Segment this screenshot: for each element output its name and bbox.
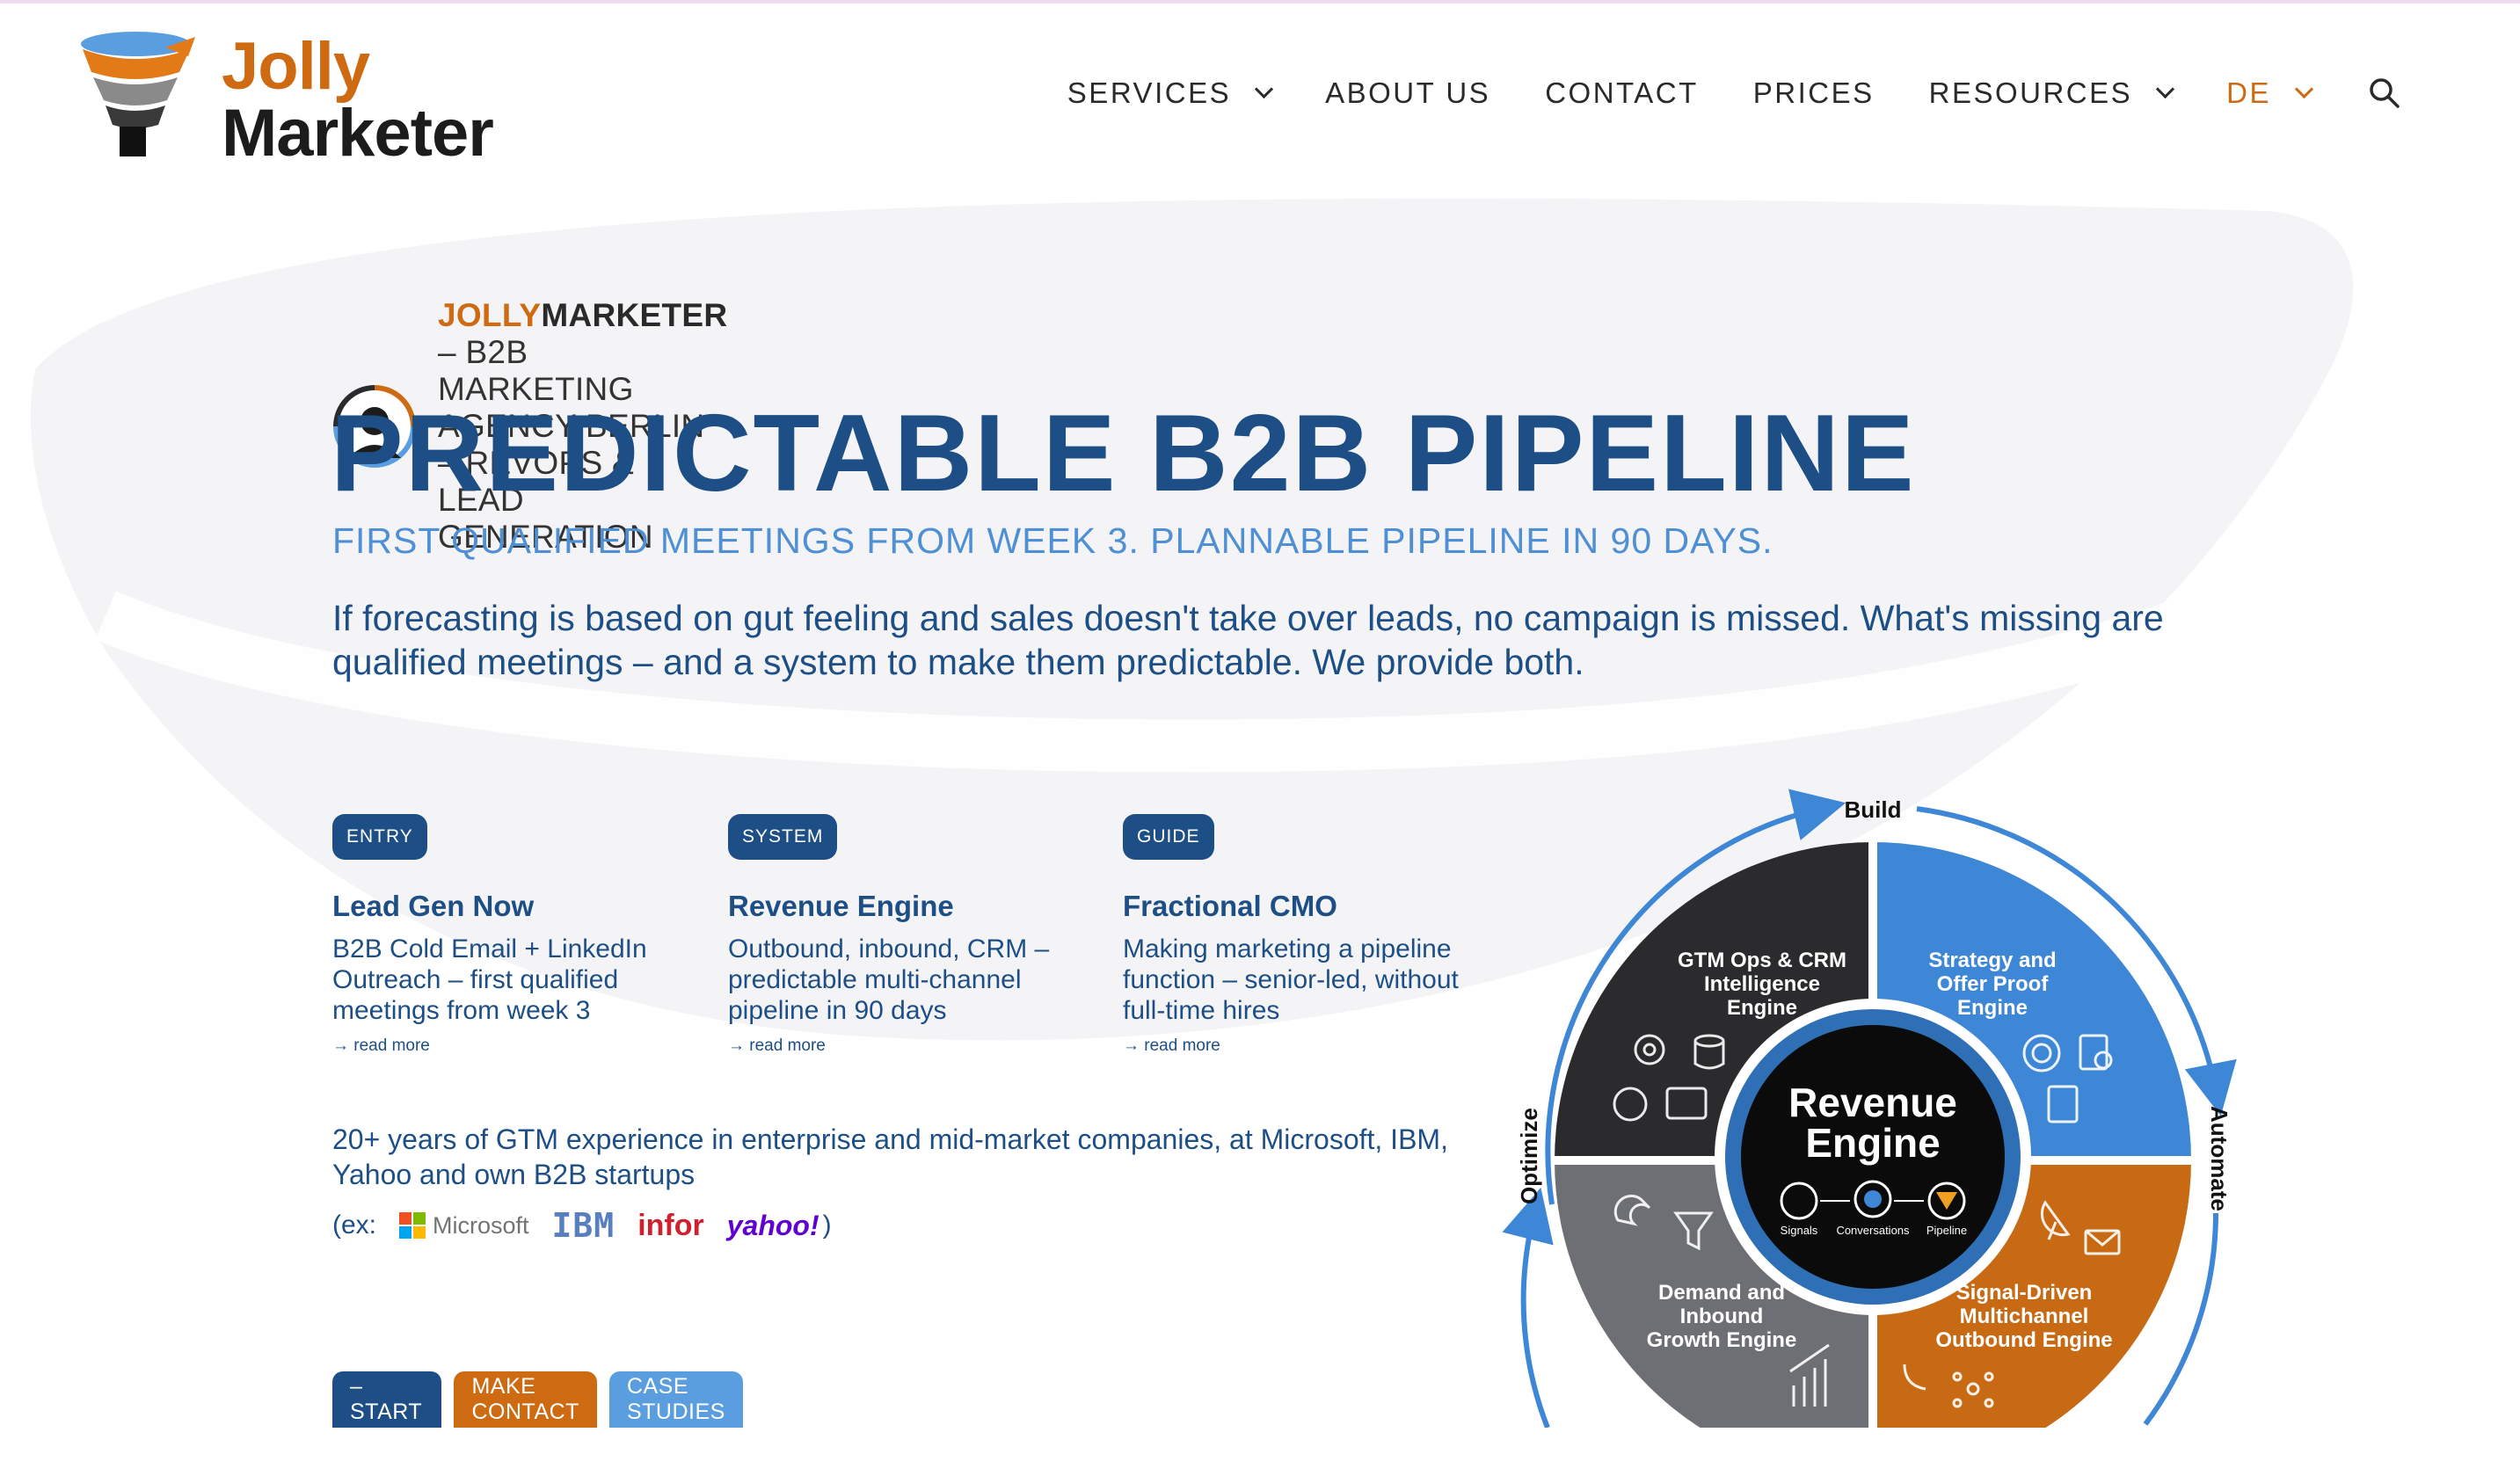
cycle-label-automate: Automate	[2206, 1106, 2232, 1211]
search-icon[interactable]	[2367, 76, 2402, 111]
language-switcher[interactable]: DE	[2226, 76, 2314, 110]
funnel-logo-icon	[81, 32, 195, 156]
chevron-down-icon	[2294, 79, 2314, 98]
client-logos: (ex: Microsoft IBM infor yahoo! )	[332, 1206, 832, 1245]
logo-word-marketer: Marketer	[222, 96, 494, 171]
offer-title[interactable]: Lead Gen Now	[332, 890, 710, 923]
offer-card-fractional-cmo: GUIDE Fractional CMO Making marketing a …	[1123, 814, 1501, 1056]
offer-badge: GUIDE	[1123, 814, 1214, 860]
center-title-line1: Revenue	[1788, 1080, 1957, 1125]
nav-contact[interactable]: CONTACT	[1545, 76, 1699, 110]
flow-label-signals: Signals	[1781, 1224, 1818, 1237]
logos-suffix: )	[822, 1211, 832, 1240]
case-studies-button[interactable]: CASE STUDIES	[608, 1371, 743, 1428]
quadrant-label-bl-3: Growth Engine	[1647, 1328, 1797, 1352]
nav-about-label: ABOUT US	[1325, 76, 1491, 109]
page-title: PREDICTABLE B2B PIPELINE	[331, 393, 1916, 514]
logo[interactable]: Jolly Marketer	[81, 29, 538, 167]
offer-title[interactable]: Revenue Engine	[728, 890, 1106, 923]
offer-title[interactable]: Fractional CMO	[1123, 890, 1501, 923]
offer-badge: SYSTEM	[728, 814, 838, 860]
nav-resources-label: RESOURCES	[1928, 76, 2133, 109]
nav-services[interactable]: SERVICES	[1067, 76, 1274, 110]
experience-text: 20+ years of GTM experience in enterpris…	[332, 1123, 1448, 1190]
nav-prices-label: PRICES	[1752, 76, 1875, 109]
microsoft-logo-text: Microsoft	[433, 1211, 529, 1239]
microsoft-logo: Microsoft	[399, 1212, 529, 1240]
quadrant-label-br-2: Multichannel	[1960, 1305, 2089, 1328]
offer-description: Outbound, inbound, CRM – predictable mul…	[728, 934, 1050, 1025]
offer-card-lead-gen: ENTRY Lead Gen Now B2B Cold Email + Link…	[332, 814, 710, 1056]
flow-label-pipeline: Pipeline	[1926, 1224, 1967, 1237]
cycle-label-optimize: Optimize	[1516, 1108, 1542, 1204]
yahoo-logo: yahoo!	[726, 1209, 819, 1241]
revenue-engine-diagram: Build Automate Optimize GTM Ops & CRM In…	[1502, 789, 2237, 1428]
tagline-marketer: MARKETER	[541, 297, 728, 333]
quadrant-label-tr-3: Engine	[1957, 996, 2028, 1020]
quadrant-label-br-1: Signal-Driven	[1956, 1281, 2093, 1305]
nav-about-us[interactable]: ABOUT US	[1325, 76, 1490, 110]
top-accent-line	[0, 0, 2520, 4]
nav-services-label: SERVICES	[1067, 76, 1232, 109]
read-more-link[interactable]: → read more	[728, 1036, 1106, 1056]
chevron-down-icon	[2156, 79, 2175, 98]
nav-prices[interactable]: PRICES	[1753, 76, 1875, 110]
offer-description: Making marketing a pipeline function – s…	[1123, 934, 1459, 1025]
nav-contact-label: CONTACT	[1545, 76, 1699, 109]
offer-badge: ENTRY	[332, 814, 427, 860]
nav-resources[interactable]: RESOURCES	[1928, 76, 2175, 110]
logos-prefix: (ex:	[332, 1211, 377, 1240]
quadrant-label-tl-2: Intelligence	[1704, 972, 1820, 996]
quadrant-label-br-3: Outbound Engine	[1935, 1328, 2112, 1352]
cycle-label-build: Build	[1845, 796, 1902, 823]
start-now-button[interactable]: MORE LEADS – START NOW →	[332, 1323, 442, 1475]
infor-logo: infor	[637, 1208, 704, 1242]
language-label: DE	[2226, 76, 2271, 109]
make-contact-button[interactable]: MAKE CONTACT	[454, 1371, 597, 1428]
tagline-jolly: JOLLY	[438, 297, 542, 333]
offer-card-revenue-engine: SYSTEM Revenue Engine Outbound, inbound,…	[728, 814, 1106, 1056]
read-more-link[interactable]: → read more	[1123, 1036, 1501, 1056]
logo-word-jolly: Jolly	[222, 29, 370, 104]
offer-description: B2B Cold Email + LinkedIn Outreach – fir…	[332, 934, 647, 1025]
quadrant-label-tr-1: Strategy and	[1928, 949, 2056, 972]
quadrant-label-bl-2: Inbound	[1680, 1305, 1764, 1328]
center-title-line2: Engine	[1805, 1120, 1940, 1166]
flow-label-conversations: Conversations	[1836, 1224, 1910, 1237]
hero-lead-text: If forecasting is based on gut feeling a…	[332, 598, 2164, 682]
quadrant-label-tr-2: Offer Proof	[1937, 972, 2050, 996]
ibm-logo: IBM	[551, 1206, 615, 1245]
main-nav: SERVICES ABOUT US CONTACT PRICES RESOURC…	[1067, 67, 2402, 120]
read-more-link[interactable]: → read more	[332, 1036, 710, 1056]
hero-subtitle: FIRST QUALIFIED MEETINGS FROM WEEK 3. PL…	[332, 520, 1773, 561]
quadrant-label-tl-1: GTM Ops & CRM	[1678, 949, 1846, 972]
cta-buttons: MORE LEADS – START NOW → MAKE CONTACT CA…	[332, 1323, 755, 1475]
quadrant-label-bl-1: Demand and	[1658, 1281, 1785, 1305]
chevron-down-icon	[1254, 79, 1274, 98]
quadrant-label-tl-3: Engine	[1727, 996, 1797, 1020]
